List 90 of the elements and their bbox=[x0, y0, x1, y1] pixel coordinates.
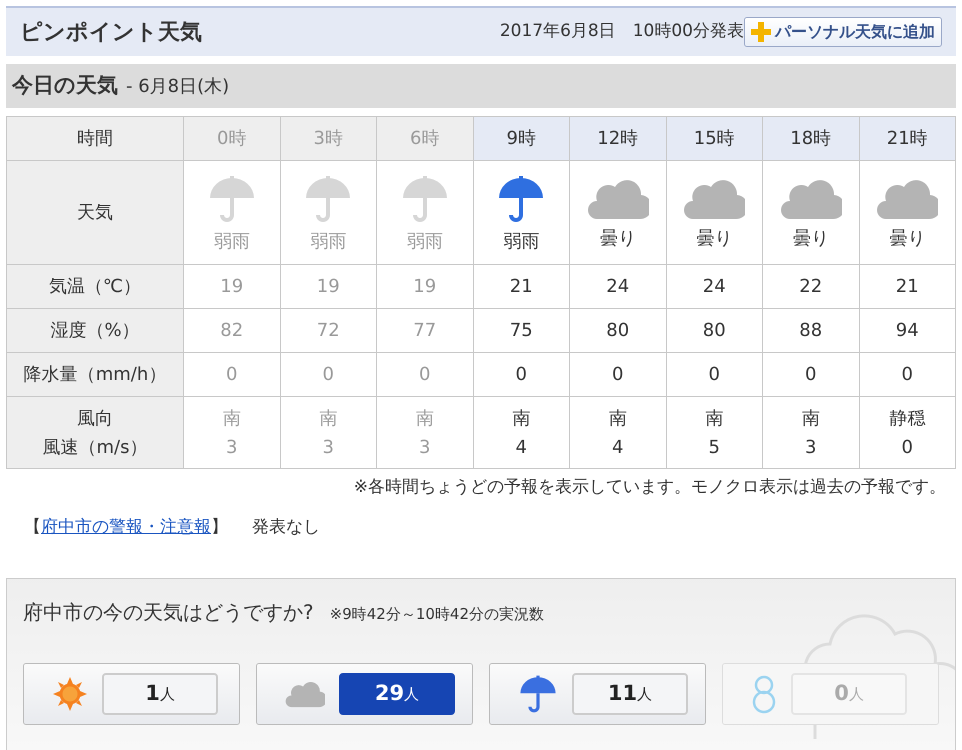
vote-time-range: ※9時42分～10時42分の実況数 bbox=[330, 604, 544, 625]
section-title: 今日の天気 bbox=[12, 72, 118, 100]
weather-text: 弱雨 bbox=[406, 230, 444, 254]
vote-button[interactable]: 29人 bbox=[256, 663, 473, 725]
table-cell: 80 bbox=[666, 308, 762, 352]
table-cell: 24 bbox=[570, 264, 666, 308]
table-cell: 0 bbox=[184, 352, 280, 396]
row-header: 風速（m/s） bbox=[42, 436, 148, 460]
vote-button[interactable]: 11人 bbox=[489, 663, 706, 725]
vote-question: 府中市の今の天気はどうですか? bbox=[23, 599, 314, 626]
table-cell: 0 bbox=[570, 352, 666, 396]
table-cell: 0 bbox=[473, 352, 570, 396]
table-cell: 24 bbox=[666, 264, 762, 308]
table-cell: 21 bbox=[859, 264, 956, 308]
wind-speed: 3 bbox=[225, 436, 238, 460]
warning-status: 発表なし bbox=[252, 516, 320, 538]
cloud-icon bbox=[586, 177, 649, 221]
page-title: ピンポイント天気 bbox=[20, 18, 202, 46]
sun-icon bbox=[52, 676, 88, 712]
bracket: 】 bbox=[211, 516, 228, 538]
wind-speed: 3 bbox=[804, 436, 818, 460]
wind-direction: 静穏 bbox=[888, 406, 926, 430]
weather-text: 曇り bbox=[598, 227, 637, 251]
table-cell: 19 bbox=[376, 264, 473, 308]
table-cell: 88 bbox=[762, 308, 859, 352]
weather-text: 曇り bbox=[792, 227, 830, 251]
umbrella-icon bbox=[518, 674, 558, 714]
vote-button[interactable]: 1人 bbox=[23, 663, 240, 725]
weather-text: 弱雨 bbox=[212, 230, 251, 254]
table-cell: 0 bbox=[859, 352, 956, 396]
wind-speed: 3 bbox=[418, 436, 432, 460]
vote-count: 0人 bbox=[791, 673, 907, 715]
issued-time: 2017年6月8日 10時00分発表 bbox=[500, 20, 744, 44]
row-header: 風向 bbox=[76, 406, 114, 430]
table-cell: 22 bbox=[762, 264, 859, 308]
plus-icon bbox=[751, 22, 771, 42]
time-header: 15時 bbox=[666, 116, 762, 160]
wind-direction: 南 bbox=[800, 406, 821, 430]
wind-direction: 南 bbox=[318, 406, 338, 430]
wind-speed: 5 bbox=[708, 436, 721, 460]
wind-direction: 南 bbox=[704, 406, 724, 430]
weather-text: 弱雨 bbox=[309, 230, 348, 254]
table-cell: 0 bbox=[376, 352, 473, 396]
time-header: 0時 bbox=[184, 116, 280, 160]
table-cell: 94 bbox=[859, 308, 956, 352]
time-header: 12時 bbox=[570, 116, 666, 160]
table-cell: 0 bbox=[666, 352, 762, 396]
table-cell: 21 bbox=[473, 264, 570, 308]
table-cell: 72 bbox=[280, 308, 376, 352]
section-date: - 6月8日(木) bbox=[126, 74, 230, 98]
time-header: 9時 bbox=[473, 116, 570, 160]
cloud-icon bbox=[780, 177, 842, 221]
time-header: 18時 bbox=[762, 116, 859, 160]
table-cell: 77 bbox=[376, 308, 473, 352]
cloud-icon bbox=[876, 177, 938, 221]
vote-count: 1人 bbox=[102, 673, 218, 715]
time-header: 21時 bbox=[859, 116, 956, 160]
bracket: 【 bbox=[24, 516, 41, 538]
table-cell: 75 bbox=[473, 308, 570, 352]
table-cell: 0 bbox=[762, 352, 859, 396]
table-cell: 82 bbox=[184, 308, 280, 352]
vote-count: 11人 bbox=[572, 673, 688, 715]
cloud-icon bbox=[683, 177, 746, 221]
add-personal-weather-button[interactable]: パーソナル天気に追加 bbox=[744, 17, 942, 47]
wind-direction: 南 bbox=[608, 406, 628, 430]
wind-speed: 0 bbox=[900, 436, 914, 460]
wind-speed: 4 bbox=[611, 436, 624, 460]
wind-direction: 南 bbox=[414, 406, 435, 430]
row-header: 湿度（%） bbox=[6, 308, 184, 352]
row-header: 時間 bbox=[6, 116, 184, 160]
wind-direction: 南 bbox=[511, 406, 532, 430]
wind-speed: 4 bbox=[514, 436, 528, 460]
weather-text: 弱雨 bbox=[502, 230, 540, 254]
vote-count: 29人 bbox=[339, 673, 455, 715]
row-header: 気温（℃） bbox=[6, 264, 184, 308]
time-header: 3時 bbox=[280, 116, 376, 160]
table-cell: 0 bbox=[280, 352, 376, 396]
wind-direction: 南 bbox=[222, 406, 242, 430]
table-cell: 19 bbox=[280, 264, 376, 308]
table-cell: 80 bbox=[570, 308, 666, 352]
weather-text: 曇り bbox=[888, 227, 926, 251]
warning-link[interactable]: 府中市の警報・注意報 bbox=[41, 514, 211, 540]
cloud-icon bbox=[285, 680, 325, 708]
row-header: 降水量（mm/h） bbox=[6, 352, 184, 396]
wind-speed: 3 bbox=[322, 436, 335, 460]
time-header: 6時 bbox=[376, 116, 473, 160]
table-cell: 19 bbox=[184, 264, 280, 308]
row-header: 天気 bbox=[6, 160, 184, 264]
forecast-note: ※各時間ちょうどの予報を表示しています。モノクロ表示は過去の予報です。 bbox=[352, 476, 947, 499]
weather-text: 曇り bbox=[695, 227, 734, 251]
